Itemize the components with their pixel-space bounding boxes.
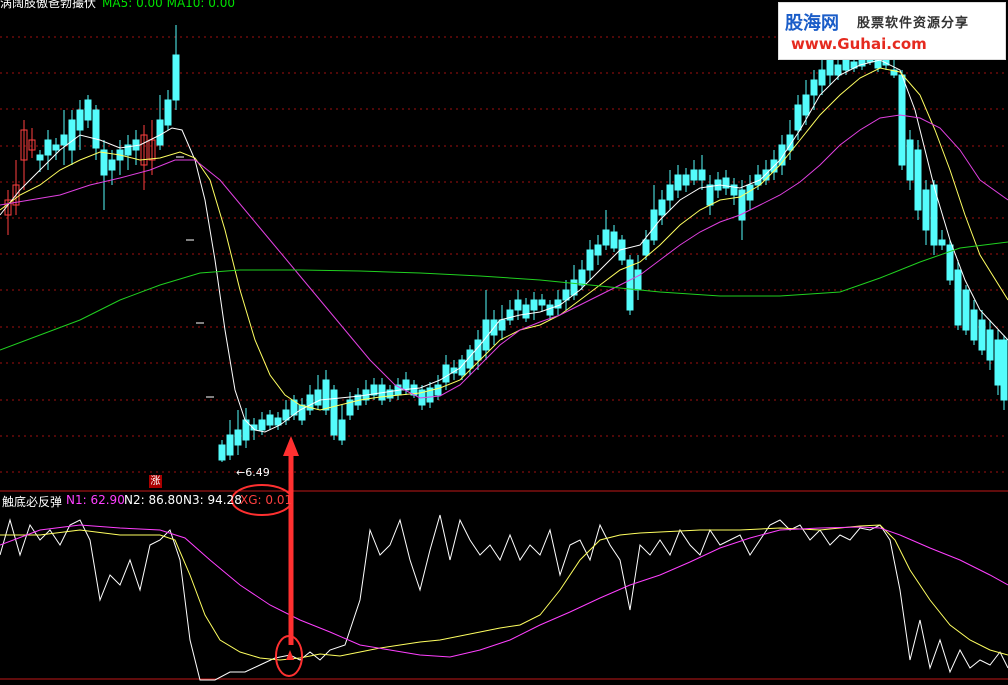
candle-body-down bbox=[530, 299, 538, 311]
ma-readout: MA5: 0.00 MA10: 0.00 bbox=[102, 0, 236, 10]
moving-averages bbox=[0, 59, 1008, 433]
ma-yellow-line bbox=[0, 67, 1008, 411]
candle-body-down bbox=[906, 139, 914, 181]
low-price-marker: ←6.49 bbox=[236, 466, 270, 479]
candle-body-down bbox=[634, 269, 642, 291]
candle-body-down bbox=[794, 104, 802, 131]
candle-body-down bbox=[298, 404, 306, 421]
candle-body-down bbox=[690, 169, 698, 181]
candle-body-down bbox=[994, 339, 1002, 386]
candle-body-down bbox=[92, 109, 100, 149]
candle-body-down bbox=[60, 134, 68, 146]
candle-body-down bbox=[698, 169, 706, 181]
indicator-lines bbox=[0, 514, 1008, 681]
logo-url: www.Guhai.com bbox=[791, 35, 927, 53]
watermark-logo: 股海网 股票软件资源分享 www.Guhai.com bbox=[778, 2, 1006, 60]
candle-body-down bbox=[498, 319, 506, 331]
candle-body-down bbox=[322, 379, 330, 411]
candlesticks[interactable] bbox=[4, 25, 1008, 462]
logo-tagline: 股票软件资源分享 bbox=[857, 16, 970, 31]
candle-body-down bbox=[674, 174, 682, 191]
candle-body-down bbox=[666, 184, 674, 201]
candle-body-down bbox=[68, 119, 76, 151]
buy-signal-marker bbox=[286, 650, 294, 660]
candle-body-down bbox=[642, 239, 650, 256]
candle-body-down bbox=[834, 64, 842, 76]
candle-body-down bbox=[226, 434, 234, 456]
candle-body-down bbox=[442, 364, 450, 383]
candle-body-down bbox=[538, 299, 546, 306]
candle-body-down bbox=[914, 149, 922, 211]
candle-body-down bbox=[954, 269, 962, 326]
candle-body-down bbox=[802, 94, 810, 116]
candle-body-down bbox=[100, 149, 108, 176]
candle-body-down bbox=[682, 174, 690, 186]
candle-body-down bbox=[898, 74, 906, 166]
candle-body-down bbox=[978, 319, 986, 351]
kline-chart[interactable] bbox=[0, 0, 1008, 681]
candle-body-down bbox=[522, 304, 530, 319]
candle-body-down bbox=[274, 417, 282, 426]
candle-body-down bbox=[266, 414, 274, 426]
candle-body-down bbox=[810, 79, 818, 96]
chart-stage[interactable]: 涡阔肢傲爸勃撮伏 MA5: 0.00 MA10: 0.00 股海网 股票软件资源分… bbox=[0, 0, 1008, 681]
candle-body-down bbox=[1000, 339, 1008, 401]
ma-green-line bbox=[0, 241, 1008, 351]
candle-body-down bbox=[84, 99, 92, 121]
n2-value: N2: 86.80 bbox=[124, 493, 183, 507]
stock-title: 涡阔肢傲爸勃撮伏 bbox=[0, 0, 97, 10]
rise-badge: 涨 bbox=[149, 475, 162, 488]
candle-body-down bbox=[234, 429, 242, 446]
candle-body-down bbox=[402, 379, 410, 391]
candle-body-down bbox=[938, 239, 946, 246]
indicator-white-line bbox=[0, 514, 1008, 681]
candle-body-down bbox=[172, 54, 180, 101]
candle-body-down bbox=[434, 384, 442, 396]
logo-brand: 股海网 bbox=[785, 13, 839, 34]
candle-body-down bbox=[330, 389, 338, 436]
ma-magenta-line bbox=[0, 114, 1008, 399]
candle-body-down bbox=[922, 189, 930, 231]
candle-body-down bbox=[626, 259, 634, 311]
candle-body-down bbox=[962, 289, 970, 331]
candle-body-down bbox=[314, 389, 322, 406]
chart-title: 涡阔肢傲爸勃撮伏 MA5: 0.00 MA10: 0.00 bbox=[0, 0, 235, 11]
candle-body-down bbox=[514, 299, 522, 311]
candle-body-down bbox=[970, 309, 978, 341]
price-grid bbox=[0, 36, 1008, 680]
candle-body-down bbox=[164, 99, 172, 126]
candle-body-down bbox=[52, 144, 60, 151]
candle-body-down bbox=[76, 109, 84, 131]
candle-body-down bbox=[818, 69, 826, 86]
candle-body-down bbox=[338, 419, 346, 441]
candle-body-down bbox=[842, 59, 850, 71]
ma-white-line bbox=[0, 59, 1008, 433]
candle-body-down bbox=[578, 269, 586, 286]
candle-body-down bbox=[44, 139, 52, 156]
candle-body-down bbox=[36, 154, 44, 161]
xg-value: XG: 0.01 bbox=[240, 493, 293, 507]
candle-body-down bbox=[826, 59, 834, 76]
candle-body-down bbox=[156, 119, 164, 146]
n1-value: N1: 62.90 bbox=[66, 493, 125, 507]
n3-value: N3: 94.28 bbox=[183, 493, 242, 507]
candle-body-down bbox=[610, 231, 618, 249]
candle-body-down bbox=[602, 229, 610, 246]
candle-body-down bbox=[586, 249, 594, 271]
candle-body-down bbox=[258, 419, 266, 431]
candle-body-down bbox=[706, 184, 714, 206]
candle-body-down bbox=[546, 304, 554, 316]
candle-body-down bbox=[594, 244, 602, 256]
signal-arrow-head bbox=[283, 436, 299, 456]
candle-body-down bbox=[658, 199, 666, 216]
indicator-yellow-line bbox=[0, 524, 1008, 661]
candle-body-down bbox=[218, 444, 226, 461]
candle-body-down bbox=[108, 159, 116, 171]
indicator-name: 触底必反弹 bbox=[2, 495, 63, 509]
candle-body-down bbox=[986, 329, 994, 361]
